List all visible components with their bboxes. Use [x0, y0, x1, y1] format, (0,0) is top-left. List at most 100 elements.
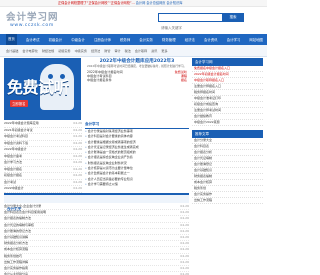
- subnav-item[interactable]: 初级实务: [58, 48, 70, 53]
- subnav-item[interactable]: 中级实务: [75, 48, 87, 53]
- list-item-date: 04-26: [73, 179, 82, 184]
- sidebar-link[interactable]: 中级会计2022真题: [192, 120, 263, 126]
- sidebar-head-1: 会计学习网: [192, 58, 263, 66]
- sidebar-list-1: 免费报名中级会计报名入口 2022年初级会计报名时间 中级会计职称报名入口 注册会计师…: [192, 66, 263, 126]
- headline-block: 2022年中级会计题库应用2022年3 2022年中级会计职称考试时间已经确定，…: [85, 58, 189, 120]
- middle-news-list: 会计分录是指对某项经济业务事项会计科目是对会计要素的具体内容会计要素是根据交易或…: [85, 129, 189, 187]
- subnav-item[interactable]: 税法: [125, 48, 131, 53]
- row-title[interactable]: 财务报表分析方法: [4, 241, 28, 246]
- nav-item[interactable]: 会计实务: [139, 37, 153, 42]
- site-header: 会计学习网 www.cczsk.com 搜索: [0, 7, 267, 33]
- list-item-title[interactable]: 会计学习方法: [4, 160, 22, 166]
- nav-item[interactable]: 初级会计: [49, 37, 63, 42]
- subnav-item[interactable]: 审计: [114, 48, 120, 53]
- headline-links: 2022年中级会计报名时间 免费试听 中级会计考试科目 课程 中级会计报名条件 报名: [85, 70, 189, 83]
- list-item[interactable]: 会计学习需要持之以恒: [85, 182, 189, 187]
- list-item-title[interactable]: 2022中级会计: [4, 186, 24, 192]
- nav-item[interactable]: 会计学习: [227, 37, 241, 42]
- subnav-item[interactable]: 经济法: [91, 48, 100, 53]
- row-date: 04-26: [180, 241, 189, 246]
- subnav-item[interactable]: 会计职称: [135, 48, 147, 53]
- nav-item[interactable]: 会计资讯: [204, 37, 218, 42]
- bottom-news-list: 会计分录大全-企业会计分录 04-26 会计科目表及会计科目使用说明 04-26 会计报…: [4, 204, 189, 275]
- list-item-title[interactable]: 中级会计考试科目: [4, 134, 28, 140]
- nav-item[interactable]: 注册会计师: [94, 37, 111, 42]
- ticker-text: 正保会计网校整理了“正保会计网校”“正保会计网校”…: [58, 1, 135, 5]
- list-item-date: 04-26: [73, 121, 82, 125]
- banner-badge[interactable]: 立即报名: [10, 100, 28, 107]
- search-input[interactable]: [159, 24, 223, 32]
- row-date: 04-26: [180, 216, 189, 221]
- ticker-links: 会计网 会计总结网页 会计知识库: [135, 1, 183, 5]
- left-news-list: 2022年中级会计题库应用 04-26 2021年初级会计考试 04-26 中级会计考试…: [4, 121, 82, 199]
- list-item-date: 04-26: [73, 147, 82, 151]
- nav-item[interactable]: 网站地图: [249, 37, 263, 42]
- promo-banner[interactable]: 免费试听 立即报名: [4, 58, 81, 120]
- row-date: 04-26: [180, 259, 189, 264]
- headline-link-tag[interactable]: 报名: [181, 78, 187, 82]
- banner-title: 免费试听: [7, 78, 70, 97]
- subnav-item[interactable]: 会计电算化: [22, 48, 37, 53]
- row-date: 04-26: [180, 253, 189, 258]
- main-nav: 首页 会计考试 初级会计 中级会计 注册会计师 税务师 会计实务 财务管理 经济法 会计资讯 会计学…: [0, 34, 267, 45]
- nav-item[interactable]: 经济法: [185, 37, 195, 42]
- top-ticker[interactable]: 正保会计网校整理了“正保会计网校”“正保会计网校”… 会计网 会计总结网页 会计…: [58, 0, 182, 6]
- subnav-item[interactable]: 会计基础: [6, 48, 18, 53]
- list-item-title[interactable]: 会计考试: [4, 180, 16, 186]
- list-item-title[interactable]: 2021年初级会计考试: [4, 128, 33, 134]
- row-title[interactable]: 会计实务操作指南: [4, 266, 28, 271]
- row-date: 04-26: [180, 247, 189, 252]
- row-title[interactable]: 会计报表的编制方法: [4, 216, 31, 221]
- subnav-item[interactable]: 财管: [104, 48, 110, 53]
- headline-summary: 2022年中级会计职称考试时间已经确定，考生要做好备考，按照计划进行学习。: [85, 64, 189, 69]
- row-title[interactable]: 税务筹划技巧: [4, 254, 22, 259]
- row-date: 04-26: [180, 210, 189, 215]
- subnav-item[interactable]: 财经法规: [42, 48, 54, 53]
- search-box: 搜索: [158, 13, 244, 32]
- list-item-title[interactable]: 2022年中级会计题库应用: [4, 121, 39, 127]
- row-date: 04-26: [180, 266, 189, 271]
- middle-news-block: 会计学习 会计分录是指对某项经济业务事项会计科目是对会计要素的具体内容会计要素是…: [85, 121, 189, 191]
- middle-news-head: 会计学习: [85, 121, 189, 129]
- list-item-title[interactable]: 中级会计备考: [4, 154, 22, 160]
- sidebar-link[interactable]: 出纳工作流程: [192, 198, 263, 204]
- main-nav-items: 首页 会计考试 初级会计 中级会计 注册会计师 税务师 会计实务 财务管理 经济法 会计资讯 会计学…: [6, 34, 263, 45]
- row-date: 04-26: [180, 204, 189, 208]
- page: 正保会计网校整理了“正保会计网校”“正保会计网校”… 会计网 会计总结网页 会计…: [0, 0, 267, 275]
- bottom-section-head: 会计实务: [4, 193, 189, 211]
- site-url: www.cczsk.com: [10, 23, 54, 28]
- list-item-title[interactable]: 中级会计报名: [4, 167, 22, 173]
- list-item-title[interactable]: 中级会计资料下载: [4, 141, 28, 147]
- row-title[interactable]: 会计分录大全-企业会计分录: [4, 204, 41, 209]
- row-date: 04-26: [180, 235, 189, 240]
- sub-nav: 会计基础 会计电算化 财经法规 初级实务 中级实务 经济法 财管 审计 税法 会计职称 资讯 更多: [0, 45, 267, 57]
- sidebar-list-2: 会计分录大全 会计科目表 会计报表分析 会计凭证填制 会计账簿登记 会计基础知识 财务报表编…: [192, 138, 263, 204]
- headline-link[interactable]: 中级会计报名条件: [87, 78, 112, 82]
- nav-item[interactable]: 财务管理: [162, 37, 176, 42]
- list-item-date: 04-26: [73, 127, 82, 132]
- row-title[interactable]: 会计凭证的填制与审核: [4, 223, 34, 228]
- list-item-title[interactable]: 初级会计报名: [4, 173, 22, 179]
- row-title[interactable]: 会计账簿的登记方法: [4, 229, 31, 234]
- row-title[interactable]: 会计基础知识讲解: [4, 235, 28, 240]
- list-item-date: 04-26: [73, 160, 82, 164]
- search-button[interactable]: 搜索: [222, 13, 244, 22]
- list-item-date: 04-26: [73, 166, 82, 171]
- list-item-title[interactable]: 2022年中级会计: [4, 147, 27, 153]
- nav-item[interactable]: 中级会计: [71, 37, 85, 42]
- nav-item[interactable]: 税务师: [120, 37, 130, 42]
- list-item-date: 04-26: [73, 140, 82, 145]
- row-date: 04-26: [180, 228, 189, 233]
- row-title[interactable]: 出纳工作流程详解: [4, 260, 28, 265]
- headline-link-row[interactable]: 中级会计报名条件 报名: [87, 78, 187, 82]
- nav-item[interactable]: 首页: [6, 34, 17, 45]
- subnav-item[interactable]: 更多: [161, 48, 167, 53]
- sidebar-head-2: 推荐文章: [192, 130, 263, 138]
- nav-item[interactable]: 会计考试: [26, 37, 40, 42]
- site-logo[interactable]: 会计学习网: [6, 9, 59, 23]
- subnav-item[interactable]: 资讯: [151, 48, 157, 53]
- row-title[interactable]: 会计科目表及会计科目使用说明: [4, 210, 46, 215]
- list-item-date: 04-26: [73, 173, 82, 177]
- row-title[interactable]: 成本会计核算流程: [4, 247, 28, 252]
- list-item-date: 04-26: [73, 186, 82, 190]
